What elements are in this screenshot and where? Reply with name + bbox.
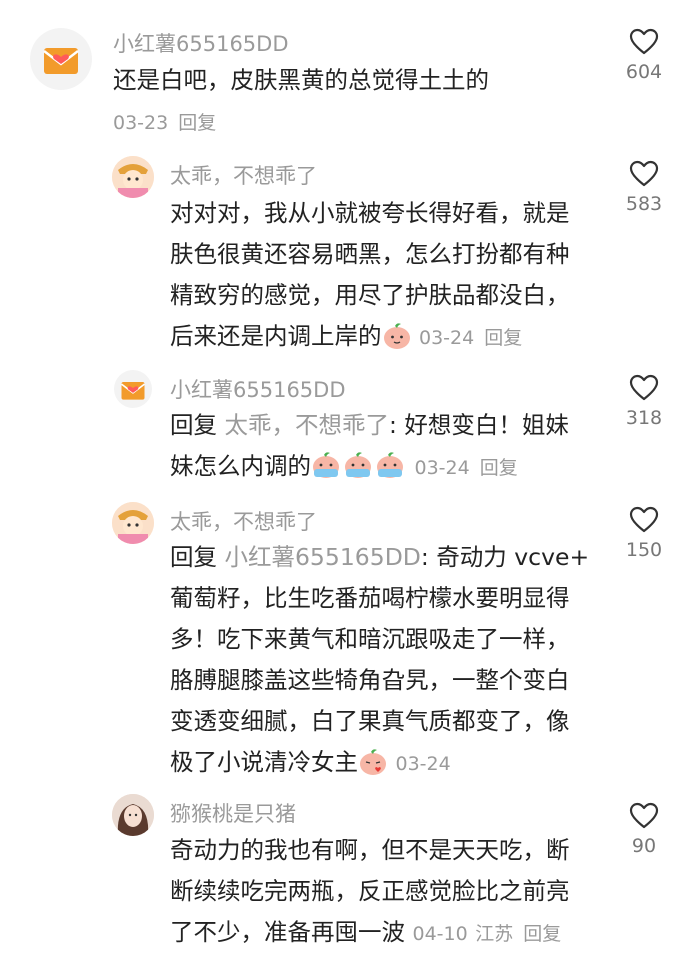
comment-date: 03-23 (113, 112, 169, 134)
crying-peach-emoji-icon (311, 451, 407, 492)
comment-1: 小红薯655165DD 还是白吧，皮肤黑黄的总觉得土土的 03-23 回复 604 (0, 0, 690, 140)
like-button[interactable]: 90 (616, 802, 672, 857)
avatar[interactable] (30, 28, 92, 90)
comment-meta: 03-23 回复 (113, 108, 216, 135)
comment-username[interactable]: 猕猴桃是只猪 (170, 798, 296, 828)
kissing-peach-emoji-icon (358, 747, 388, 788)
like-button[interactable]: 318 (616, 374, 672, 429)
comment-date: 03-24 (414, 457, 470, 479)
heart-icon (629, 506, 659, 533)
peach-emoji-icon (382, 321, 412, 362)
comment-username[interactable]: 小红薯655165DD (170, 374, 346, 404)
like-button[interactable]: 583 (616, 160, 672, 215)
cartoon-girl-icon (112, 156, 154, 198)
reply-target[interactable]: 太乖，不想乖了 (224, 411, 389, 439)
envelope-heart-icon (43, 48, 79, 74)
heart-icon (629, 160, 659, 187)
like-button[interactable]: 604 (616, 28, 672, 83)
reply-button[interactable]: 回复 (480, 457, 518, 479)
like-count: 150 (625, 539, 663, 561)
comment-text: 奇动力的我也有啊，但不是天天吃，断 断续续吃完两瓶，反正感觉脸比之前亮 了不少，… (170, 836, 570, 946)
cartoon-girl-icon (112, 502, 154, 544)
comment-text: 回复 太乖，不想乖了: 好想变白！姐妹 妹怎么内调的 03-24 回复 (170, 405, 610, 492)
like-button[interactable]: 150 (616, 506, 672, 561)
comment-date: 04-10 (412, 923, 468, 945)
heart-icon (629, 374, 659, 401)
reply-button[interactable]: 回复 (178, 112, 216, 134)
comment-date: 03-24 (395, 753, 451, 775)
like-count: 318 (625, 407, 663, 429)
like-count: 604 (625, 61, 663, 83)
comment-text: 回复 小红薯655165DD: 奇动力 vcve+ 葡萄籽，比生吃番茄喝柠檬水要… (170, 537, 620, 788)
comment-username[interactable]: 小红薯655165DD (113, 28, 289, 58)
avatar[interactable] (114, 370, 152, 408)
heart-icon (629, 802, 659, 829)
comment-text: 对对对，我从小就被夸长得好看，就是 肤色很黄还容易晒黑，怎么打扮都有种 精致穷的… (170, 193, 610, 362)
comment-text: 还是白吧，皮肤黑黄的总觉得土土的 (113, 66, 489, 94)
comment-location: 江苏 (475, 923, 514, 945)
like-count: 90 (631, 835, 657, 857)
user-photo-avatar[interactable] (112, 794, 154, 836)
comment-username[interactable]: 太乖，不想乖了 (170, 506, 317, 536)
avatar[interactable] (112, 156, 154, 198)
like-count: 583 (625, 193, 663, 215)
reply-button[interactable]: 回复 (484, 327, 522, 349)
heart-icon (629, 28, 659, 55)
comment-username[interactable]: 太乖，不想乖了 (170, 160, 317, 190)
reply-target[interactable]: 小红薯655165DD (224, 543, 420, 571)
reply-button[interactable]: 回复 (523, 923, 561, 945)
user-photo-avatar-icon (112, 794, 154, 836)
avatar[interactable] (112, 502, 154, 544)
envelope-heart-icon (121, 381, 145, 400)
comment-date: 03-24 (418, 327, 475, 349)
